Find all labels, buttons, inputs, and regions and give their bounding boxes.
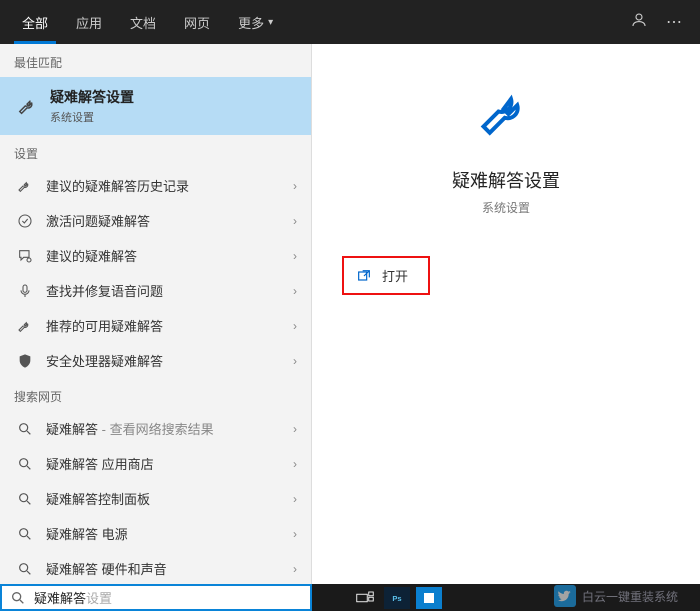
- list-item[interactable]: 疑难解答控制面板 ›: [0, 481, 311, 516]
- tab-documents[interactable]: 文档: [116, 0, 170, 44]
- search-icon: [14, 421, 36, 437]
- chevron-right-icon: ›: [293, 179, 297, 193]
- list-item[interactable]: 疑难解答 - 查看网络搜索结果 ›: [0, 411, 311, 446]
- best-match-subtitle: 系统设置: [50, 109, 134, 125]
- tab-more[interactable]: 更多▾: [224, 0, 287, 44]
- tab-apps[interactable]: 应用: [62, 0, 116, 44]
- open-icon: [356, 268, 372, 284]
- best-match-result[interactable]: 疑难解答设置 系统设置: [0, 77, 311, 135]
- mic-icon: [14, 283, 36, 299]
- chevron-right-icon: ›: [293, 214, 297, 228]
- preview-title: 疑难解答设置: [452, 167, 560, 193]
- list-item[interactable]: 激活问题疑难解答 ›: [0, 203, 311, 238]
- results-panel: 最佳匹配 疑难解答设置 系统设置 设置 建议的疑难解答历史记录 › 激活问题疑难…: [0, 44, 312, 584]
- taskbar-app-icon[interactable]: Ps: [384, 587, 410, 609]
- taskview-icon[interactable]: [352, 587, 378, 609]
- wrench-icon: [14, 95, 42, 117]
- bird-icon: [554, 585, 576, 607]
- best-match-label: 最佳匹配: [0, 44, 311, 77]
- preview-panel: 疑难解答设置 系统设置 打开: [312, 44, 700, 584]
- best-match-title: 疑难解答设置: [50, 87, 134, 107]
- list-item[interactable]: 疑难解答 硬件和声音 ›: [0, 551, 311, 584]
- check-circle-icon: [14, 213, 36, 229]
- settings-section-label: 设置: [0, 135, 311, 168]
- search-icon: [10, 590, 26, 606]
- more-options-icon[interactable]: ⋯: [666, 12, 682, 32]
- chevron-right-icon: ›: [293, 319, 297, 333]
- web-section-label: 搜索网页: [0, 378, 311, 411]
- search-icon: [14, 526, 36, 542]
- chevron-right-icon: ›: [293, 422, 297, 436]
- list-item[interactable]: 建议的疑难解答历史记录 ›: [0, 168, 311, 203]
- taskbar-app-icon[interactable]: [416, 587, 442, 609]
- wrench-icon: [14, 318, 36, 334]
- search-autocomplete-ghost: 设置: [86, 588, 112, 607]
- chevron-right-icon: ›: [293, 492, 297, 506]
- feedback-icon: [14, 248, 36, 264]
- list-item[interactable]: 查找并修复语音问题 ›: [0, 273, 311, 308]
- tab-all[interactable]: 全部: [8, 0, 62, 44]
- list-item[interactable]: 建议的疑难解答 ›: [0, 238, 311, 273]
- wrench-icon: [14, 178, 36, 194]
- preview-subtitle: 系统设置: [482, 199, 530, 216]
- watermark: 白云一键重装系统: [554, 585, 678, 607]
- open-button[interactable]: 打开: [342, 256, 430, 295]
- search-icon: [14, 456, 36, 472]
- feedback-icon[interactable]: [630, 11, 648, 34]
- search-icon: [14, 561, 36, 577]
- search-scope-tabs: 全部 应用 文档 网页 更多▾: [8, 0, 287, 44]
- chevron-right-icon: ›: [293, 457, 297, 471]
- search-bar[interactable]: 疑难解答设置: [0, 584, 312, 611]
- header-bar: 全部 应用 文档 网页 更多▾ ⋯: [0, 0, 700, 44]
- search-icon: [14, 491, 36, 507]
- chevron-right-icon: ›: [293, 562, 297, 576]
- list-item[interactable]: 推荐的可用疑难解答 ›: [0, 308, 311, 343]
- wrench-icon: [476, 84, 536, 149]
- list-item[interactable]: 疑难解答 电源 ›: [0, 516, 311, 551]
- chevron-down-icon: ▾: [268, 17, 273, 28]
- chevron-right-icon: ›: [293, 527, 297, 541]
- list-item[interactable]: 安全处理器疑难解答 ›: [0, 343, 311, 378]
- search-typed-text: 疑难解答: [34, 588, 86, 607]
- chevron-right-icon: ›: [293, 249, 297, 263]
- chevron-right-icon: ›: [293, 354, 297, 368]
- chevron-right-icon: ›: [293, 284, 297, 298]
- results-list: 建议的疑难解答历史记录 › 激活问题疑难解答 › 建议的疑难解答 › 查找并修复…: [0, 168, 311, 584]
- shield-icon: [14, 353, 36, 369]
- list-item[interactable]: 疑难解答 应用商店 ›: [0, 446, 311, 481]
- svg-text:Ps: Ps: [392, 593, 401, 602]
- tab-web[interactable]: 网页: [170, 0, 224, 44]
